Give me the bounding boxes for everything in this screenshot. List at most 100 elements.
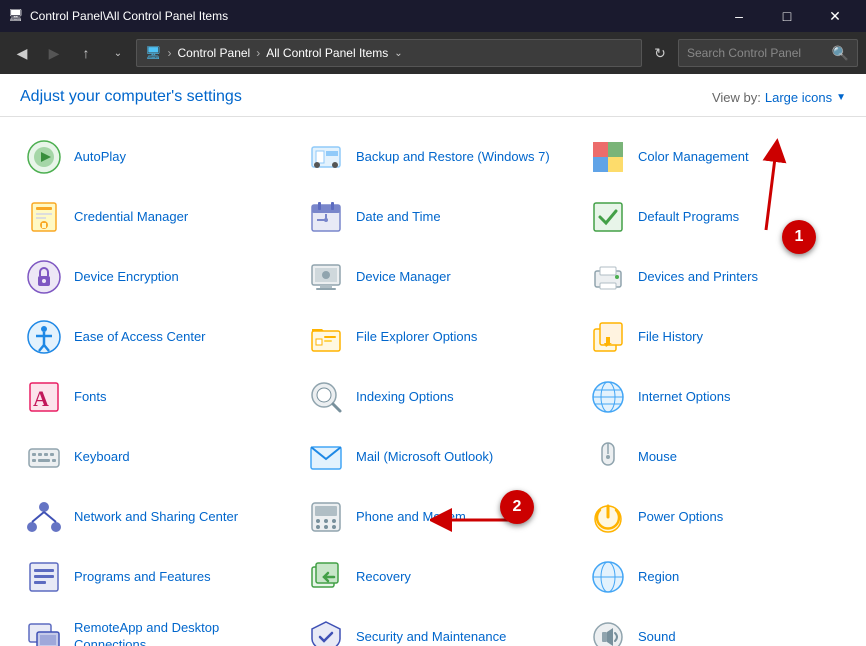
remoteapp-label: RemoteApp and Desktop Connections bbox=[74, 620, 278, 646]
internet-options-label: Internet Options bbox=[638, 389, 731, 406]
annotation-circle-2: 2 bbox=[500, 490, 534, 524]
content-header: Adjust your computer's settings View by:… bbox=[0, 74, 866, 117]
power-options-label: Power Options bbox=[638, 509, 723, 526]
mail-icon bbox=[306, 437, 346, 477]
panel-item-device-encryption[interactable]: Device Encryption bbox=[10, 247, 292, 307]
region-icon bbox=[588, 557, 628, 597]
panel-item-date-time[interactable]: Date and Time bbox=[292, 187, 574, 247]
date-time-icon bbox=[306, 197, 346, 237]
recovery-icon bbox=[306, 557, 346, 597]
view-by-label: View by: bbox=[712, 90, 761, 105]
default-programs-icon bbox=[588, 197, 628, 237]
panel-item-autoplay[interactable]: AutoPlay bbox=[10, 127, 292, 187]
panel-item-indexing[interactable]: Indexing Options bbox=[292, 367, 574, 427]
mouse-label: Mouse bbox=[638, 449, 677, 466]
programs-features-icon bbox=[24, 557, 64, 597]
default-programs-label: Default Programs bbox=[638, 209, 739, 226]
up-button[interactable]: ↑ bbox=[72, 39, 100, 67]
panel-item-internet-options[interactable]: Internet Options bbox=[574, 367, 856, 427]
panel-item-devices-printers[interactable]: Devices and Printers bbox=[574, 247, 856, 307]
forward-button[interactable]: ▶ bbox=[40, 39, 68, 67]
region-label: Region bbox=[638, 569, 679, 586]
backup-restore-icon bbox=[306, 137, 346, 177]
panel-item-device-manager[interactable]: Device Manager bbox=[292, 247, 574, 307]
internet-options-icon bbox=[588, 377, 628, 417]
device-encryption-label: Device Encryption bbox=[74, 269, 179, 286]
file-history-icon bbox=[588, 317, 628, 357]
addressbar: ◀ ▶ ↑ ⌄ 🖥 › Control Panel › All Control … bbox=[0, 32, 866, 74]
panel-item-recovery[interactable]: Recovery bbox=[292, 547, 574, 607]
keyboard-label: Keyboard bbox=[74, 449, 130, 466]
panel-item-remoteapp[interactable]: RemoteApp and Desktop Connections bbox=[10, 607, 292, 646]
phone-modem-label: Phone and Modem bbox=[356, 509, 466, 526]
panel-item-fonts[interactable]: AFonts bbox=[10, 367, 292, 427]
search-box[interactable]: Search Control Panel 🔍 bbox=[678, 39, 858, 67]
file-explorer-icon bbox=[306, 317, 346, 357]
view-by-arrow-icon[interactable]: ▼ bbox=[836, 92, 846, 103]
credential-manager-label: Credential Manager bbox=[74, 209, 188, 226]
panel-item-mouse[interactable]: Mouse bbox=[574, 427, 856, 487]
backup-restore-label: Backup and Restore (Windows 7) bbox=[356, 149, 550, 166]
recovery-label: Recovery bbox=[356, 569, 411, 586]
device-manager-icon bbox=[306, 257, 346, 297]
network-sharing-icon bbox=[24, 497, 64, 537]
mail-label: Mail (Microsoft Outlook) bbox=[356, 449, 493, 466]
minimize-button[interactable]: – bbox=[716, 0, 762, 32]
panel-item-network-sharing[interactable]: Network and Sharing Center bbox=[10, 487, 292, 547]
path-segment-2: All Control Panel Items bbox=[266, 46, 388, 60]
path-segment-1: Control Panel bbox=[178, 46, 251, 60]
autoplay-icon bbox=[24, 137, 64, 177]
panel-item-file-history[interactable]: File History bbox=[574, 307, 856, 367]
panel-item-mail[interactable]: Mail (Microsoft Outlook) bbox=[292, 427, 574, 487]
panel-item-security-maintenance[interactable]: Security and Maintenance bbox=[292, 607, 574, 646]
recent-button[interactable]: ⌄ bbox=[104, 39, 132, 67]
fonts-icon: A bbox=[24, 377, 64, 417]
address-path[interactable]: 🖥 › Control Panel › All Control Panel It… bbox=[136, 39, 642, 67]
maximize-button[interactable]: □ bbox=[764, 0, 810, 32]
search-icon[interactable]: 🔍 bbox=[832, 45, 849, 62]
panel-item-file-explorer[interactable]: File Explorer Options bbox=[292, 307, 574, 367]
page-wrapper: 🖥 Control Panel\All Control Panel Items … bbox=[0, 0, 866, 646]
close-button[interactable]: ✕ bbox=[812, 0, 858, 32]
items-grid: AutoPlay Backup and Restore (Windows 7) Co… bbox=[0, 117, 866, 646]
autoplay-label: AutoPlay bbox=[74, 149, 126, 166]
refresh-button[interactable]: ↻ bbox=[646, 39, 674, 67]
indexing-label: Indexing Options bbox=[356, 389, 454, 406]
keyboard-icon bbox=[24, 437, 64, 477]
devices-printers-icon bbox=[588, 257, 628, 297]
view-by-control[interactable]: View by: Large icons ▼ bbox=[712, 90, 846, 105]
back-button[interactable]: ◀ bbox=[8, 39, 36, 67]
sound-label: Sound bbox=[638, 629, 676, 646]
file-explorer-label: File Explorer Options bbox=[356, 329, 477, 346]
color-management-icon bbox=[588, 137, 628, 177]
security-maintenance-label: Security and Maintenance bbox=[356, 629, 506, 646]
panel-item-credential-manager[interactable]: Credential Manager bbox=[10, 187, 292, 247]
panel-item-color-management[interactable]: Color Management bbox=[574, 127, 856, 187]
remoteapp-icon bbox=[24, 617, 64, 646]
programs-features-label: Programs and Features bbox=[74, 569, 211, 586]
panel-item-sound[interactable]: Sound bbox=[574, 607, 856, 646]
titlebar-controls: – □ ✕ bbox=[716, 0, 858, 32]
panel-item-region[interactable]: Region bbox=[574, 547, 856, 607]
devices-printers-label: Devices and Printers bbox=[638, 269, 758, 286]
security-maintenance-icon bbox=[306, 617, 346, 646]
panel-item-programs-features[interactable]: Programs and Features bbox=[10, 547, 292, 607]
indexing-icon bbox=[306, 377, 346, 417]
panel-item-phone-modem[interactable]: Phone and Modem bbox=[292, 487, 574, 547]
power-options-icon bbox=[588, 497, 628, 537]
phone-modem-icon bbox=[306, 497, 346, 537]
ease-of-access-icon bbox=[24, 317, 64, 357]
content-area: Adjust your computer's settings View by:… bbox=[0, 74, 866, 646]
app-icon: 🖥 bbox=[8, 8, 24, 24]
view-by-value[interactable]: Large icons bbox=[765, 90, 832, 105]
network-sharing-label: Network and Sharing Center bbox=[74, 509, 238, 526]
panel-item-backup-restore[interactable]: Backup and Restore (Windows 7) bbox=[292, 127, 574, 187]
panel-item-keyboard[interactable]: Keyboard bbox=[10, 427, 292, 487]
panel-item-power-options[interactable]: Power Options bbox=[574, 487, 856, 547]
credential-manager-icon bbox=[24, 197, 64, 237]
annotation-circle-1: 1 bbox=[782, 220, 816, 254]
device-encryption-icon bbox=[24, 257, 64, 297]
titlebar: 🖥 Control Panel\All Control Panel Items … bbox=[0, 0, 866, 32]
sound-icon bbox=[588, 617, 628, 646]
panel-item-ease-of-access[interactable]: Ease of Access Center bbox=[10, 307, 292, 367]
